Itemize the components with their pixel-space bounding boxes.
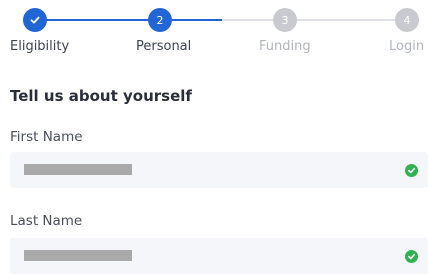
step-personal-label: Personal xyxy=(136,39,192,54)
first-name-label: First Name xyxy=(10,129,83,145)
progress-stepper: 2 3 4 Eligibility Personal Funding Login xyxy=(0,0,428,60)
stepper-connector-2-active xyxy=(172,19,222,21)
first-name-input[interactable] xyxy=(10,152,428,188)
form-heading: Tell us about yourself xyxy=(10,87,192,105)
stepper-connector-2-rest xyxy=(222,19,275,21)
step-eligibility-label: Eligibility xyxy=(10,39,70,54)
step-login-number: 4 xyxy=(403,13,411,27)
step-personal-indicator[interactable]: 2 xyxy=(148,8,172,32)
step-funding-indicator[interactable]: 3 xyxy=(273,8,297,32)
last-name-label: Last Name xyxy=(10,213,83,229)
stepper-connector-3 xyxy=(297,19,395,21)
step-login-label: Login xyxy=(389,39,425,54)
checkmark-icon xyxy=(30,16,40,24)
last-name-input[interactable] xyxy=(10,238,428,274)
step-login-indicator[interactable]: 4 xyxy=(395,8,419,32)
last-name-redacted-value xyxy=(24,250,132,261)
step-personal-number: 2 xyxy=(156,13,164,27)
step-funding-number: 3 xyxy=(281,13,289,27)
first-name-redacted-value xyxy=(24,164,132,175)
valid-check-icon xyxy=(405,250,418,263)
stepper-connector-1 xyxy=(35,19,150,21)
step-funding-label: Funding xyxy=(259,39,311,54)
valid-check-icon xyxy=(405,164,418,177)
step-eligibility-indicator[interactable] xyxy=(23,8,47,32)
